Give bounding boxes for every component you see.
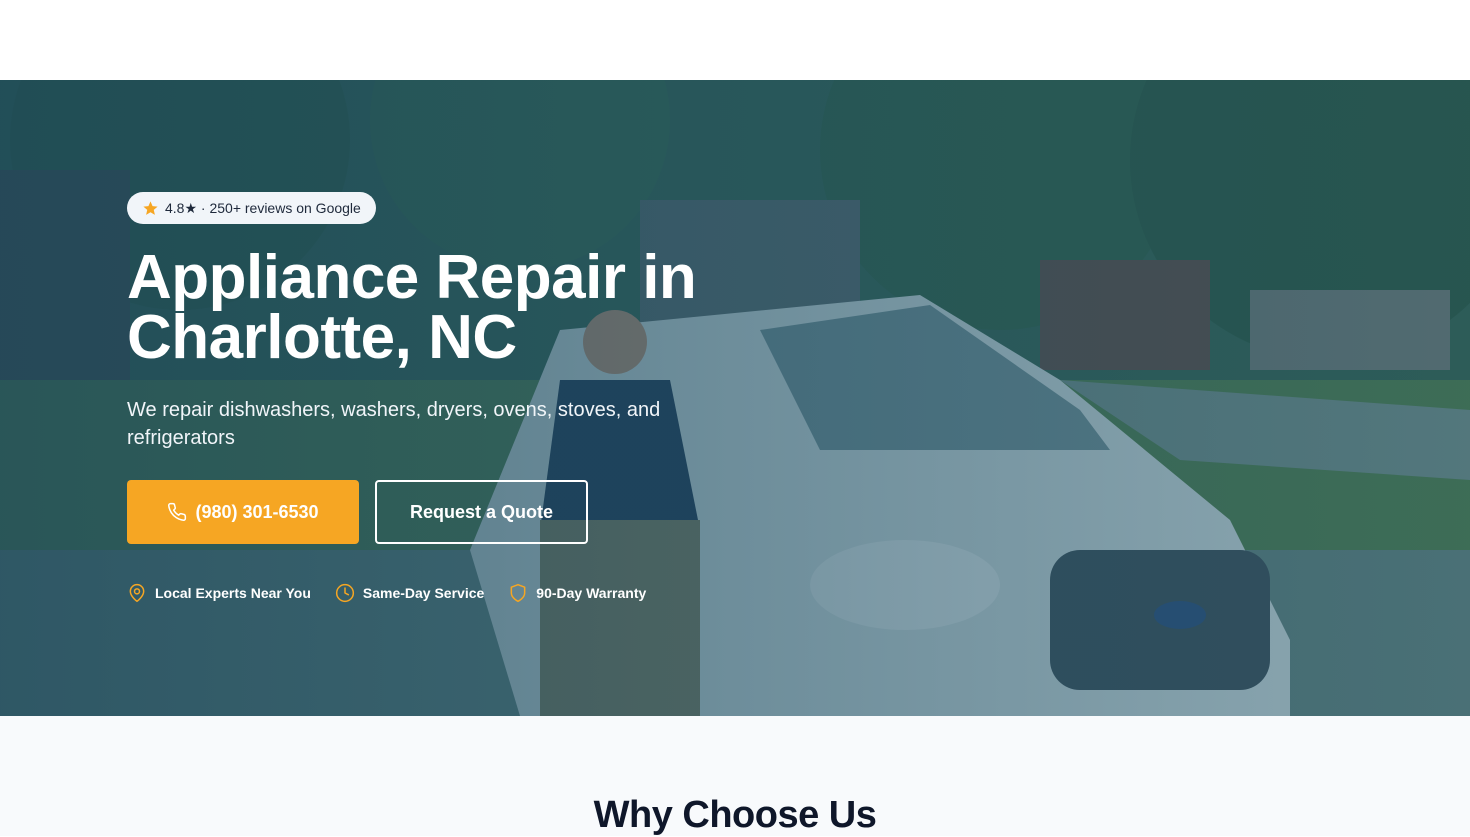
- shield-icon: [510, 583, 526, 603]
- section-title: Why Choose Us: [593, 794, 877, 836]
- phone-icon: [168, 502, 187, 521]
- feature-label: 90-Day Warranty: [536, 585, 647, 601]
- map-pin-icon: [129, 583, 145, 603]
- hero-section: 4.8★ · 250+ reviews on Google Appliance …: [0, 80, 1470, 716]
- request-quote-button[interactable]: Request a Quote: [375, 480, 588, 544]
- why-choose-us-section: Why Choose Us: [0, 716, 1470, 836]
- feature-label: Same-Day Service: [362, 585, 485, 601]
- quote-button-label: Request a Quote: [409, 501, 554, 522]
- hero-subtitle: We repair dishwashers, washers, dryers, …: [127, 399, 661, 449]
- clock-icon: [335, 583, 354, 603]
- feature-same-day: Same-Day Service: [335, 583, 484, 603]
- call-button-label: (980) 301-6530: [195, 501, 319, 522]
- feature-warranty: 90-Day Warranty: [508, 583, 646, 603]
- site-header: [0, 0, 1470, 80]
- cta-row: (980) 301-6530 Request a Quote: [127, 480, 588, 544]
- feature-local-experts: Local Experts Near You: [127, 583, 311, 603]
- hero-content: 4.8★ · 250+ reviews on Google Appliance …: [127, 192, 767, 452]
- rating-text: 4.8★ · 250+ reviews on Google: [165, 199, 361, 216]
- feature-label: Local Experts Near You: [155, 585, 311, 601]
- star-icon: [143, 200, 158, 215]
- feature-list: Local Experts Near You Same-Day Service …: [127, 583, 670, 603]
- google-rating-badge: 4.8★ · 250+ reviews on Google: [127, 192, 376, 224]
- page-title: Appliance Repair in Charlotte, NC: [127, 243, 697, 372]
- call-phone-button[interactable]: (980) 301-6530: [127, 480, 359, 544]
